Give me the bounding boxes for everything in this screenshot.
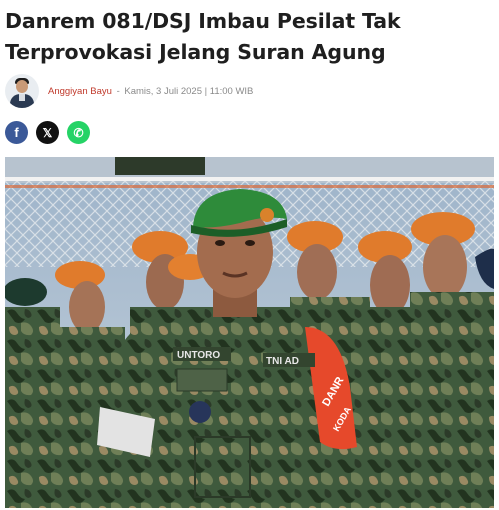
publish-date: Kamis, 3 Juli 2025 | 11:00 WIB <box>124 85 254 97</box>
author-name[interactable]: Anggiyan Bayu <box>48 86 112 97</box>
article-meta: Anggiyan Bayu - Kamis, 3 Juli 2025 | 11:… <box>48 86 253 97</box>
author-avatar[interactable] <box>5 74 39 108</box>
meta-separator: - <box>116 85 120 97</box>
name-tape-1: UNTORO <box>177 350 220 361</box>
soldiers-photo: DANR KODA UNTORO TNI AD <box>5 157 494 508</box>
facebook-share-button[interactable]: f <box>5 121 28 144</box>
facebook-icon: f <box>14 125 19 140</box>
share-bar: f 𝕏 ✆ <box>5 121 494 144</box>
whatsapp-share-button[interactable]: ✆ <box>67 121 90 144</box>
byline: Anggiyan Bayu - Kamis, 3 Juli 2025 | 11:… <box>5 73 494 109</box>
article-photo[interactable]: DANR KODA UNTORO TNI AD <box>5 157 494 508</box>
x-share-button[interactable]: 𝕏 <box>36 121 59 144</box>
article: Danrem 081/DSJ Imbau Pesilat Tak Terprov… <box>0 0 499 508</box>
article-title: Danrem 081/DSJ Imbau Pesilat Tak Terprov… <box>5 9 401 64</box>
whatsapp-icon: ✆ <box>73 125 84 140</box>
name-tape-2: TNI AD <box>266 356 299 367</box>
x-icon: 𝕏 <box>42 125 53 140</box>
